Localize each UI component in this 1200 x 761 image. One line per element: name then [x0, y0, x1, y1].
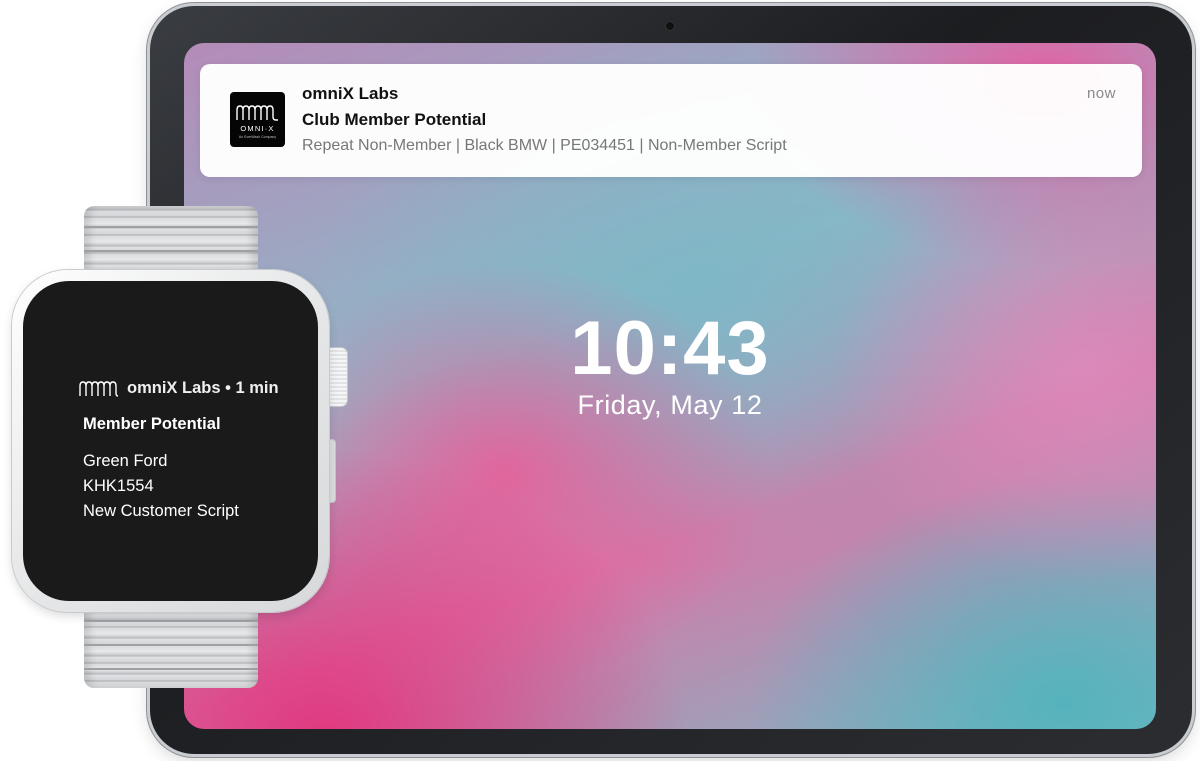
- notification-body: Repeat Non-Member | Black BMW | PE034451…: [302, 137, 787, 154]
- watch-notification-line: KHK1554: [83, 477, 154, 495]
- logo-wordmark: OMNI·X: [240, 124, 275, 133]
- lock-screen-notification[interactable]: OMNI·X An EverWash Company omniX Labs Cl…: [200, 64, 1142, 177]
- omnix-wave-logo-icon: [236, 105, 278, 121]
- logo-tagline: An EverWash Company: [238, 135, 277, 139]
- omnix-wave-logo-icon: [79, 380, 119, 397]
- watch-notification-title: Member Potential: [83, 415, 221, 433]
- notification-app-name: omniX Labs: [302, 84, 399, 103]
- notification-title: Club Member Potential: [302, 110, 487, 129]
- omnix-logo-icon: OMNI·X An EverWash Company: [230, 92, 285, 147]
- device-mockup-stage: OMNI·X An EverWash Company omniX Labs Cl…: [0, 0, 1200, 761]
- watch-notification-header: omniX Labs • 1 min: [79, 379, 279, 398]
- watch-notification-screen[interactable]: omniX Labs • 1 min Member Potential Gree…: [23, 281, 318, 601]
- camera-icon: [666, 22, 674, 30]
- watch-notification-line: Green Ford: [83, 452, 168, 470]
- watch-case: omniX Labs • 1 min Member Potential Gree…: [12, 270, 329, 612]
- watch-notification-line: New Customer Script: [83, 502, 239, 520]
- watch-app-name-time: omniX Labs • 1 min: [127, 379, 279, 397]
- notification-time: now: [1086, 85, 1116, 102]
